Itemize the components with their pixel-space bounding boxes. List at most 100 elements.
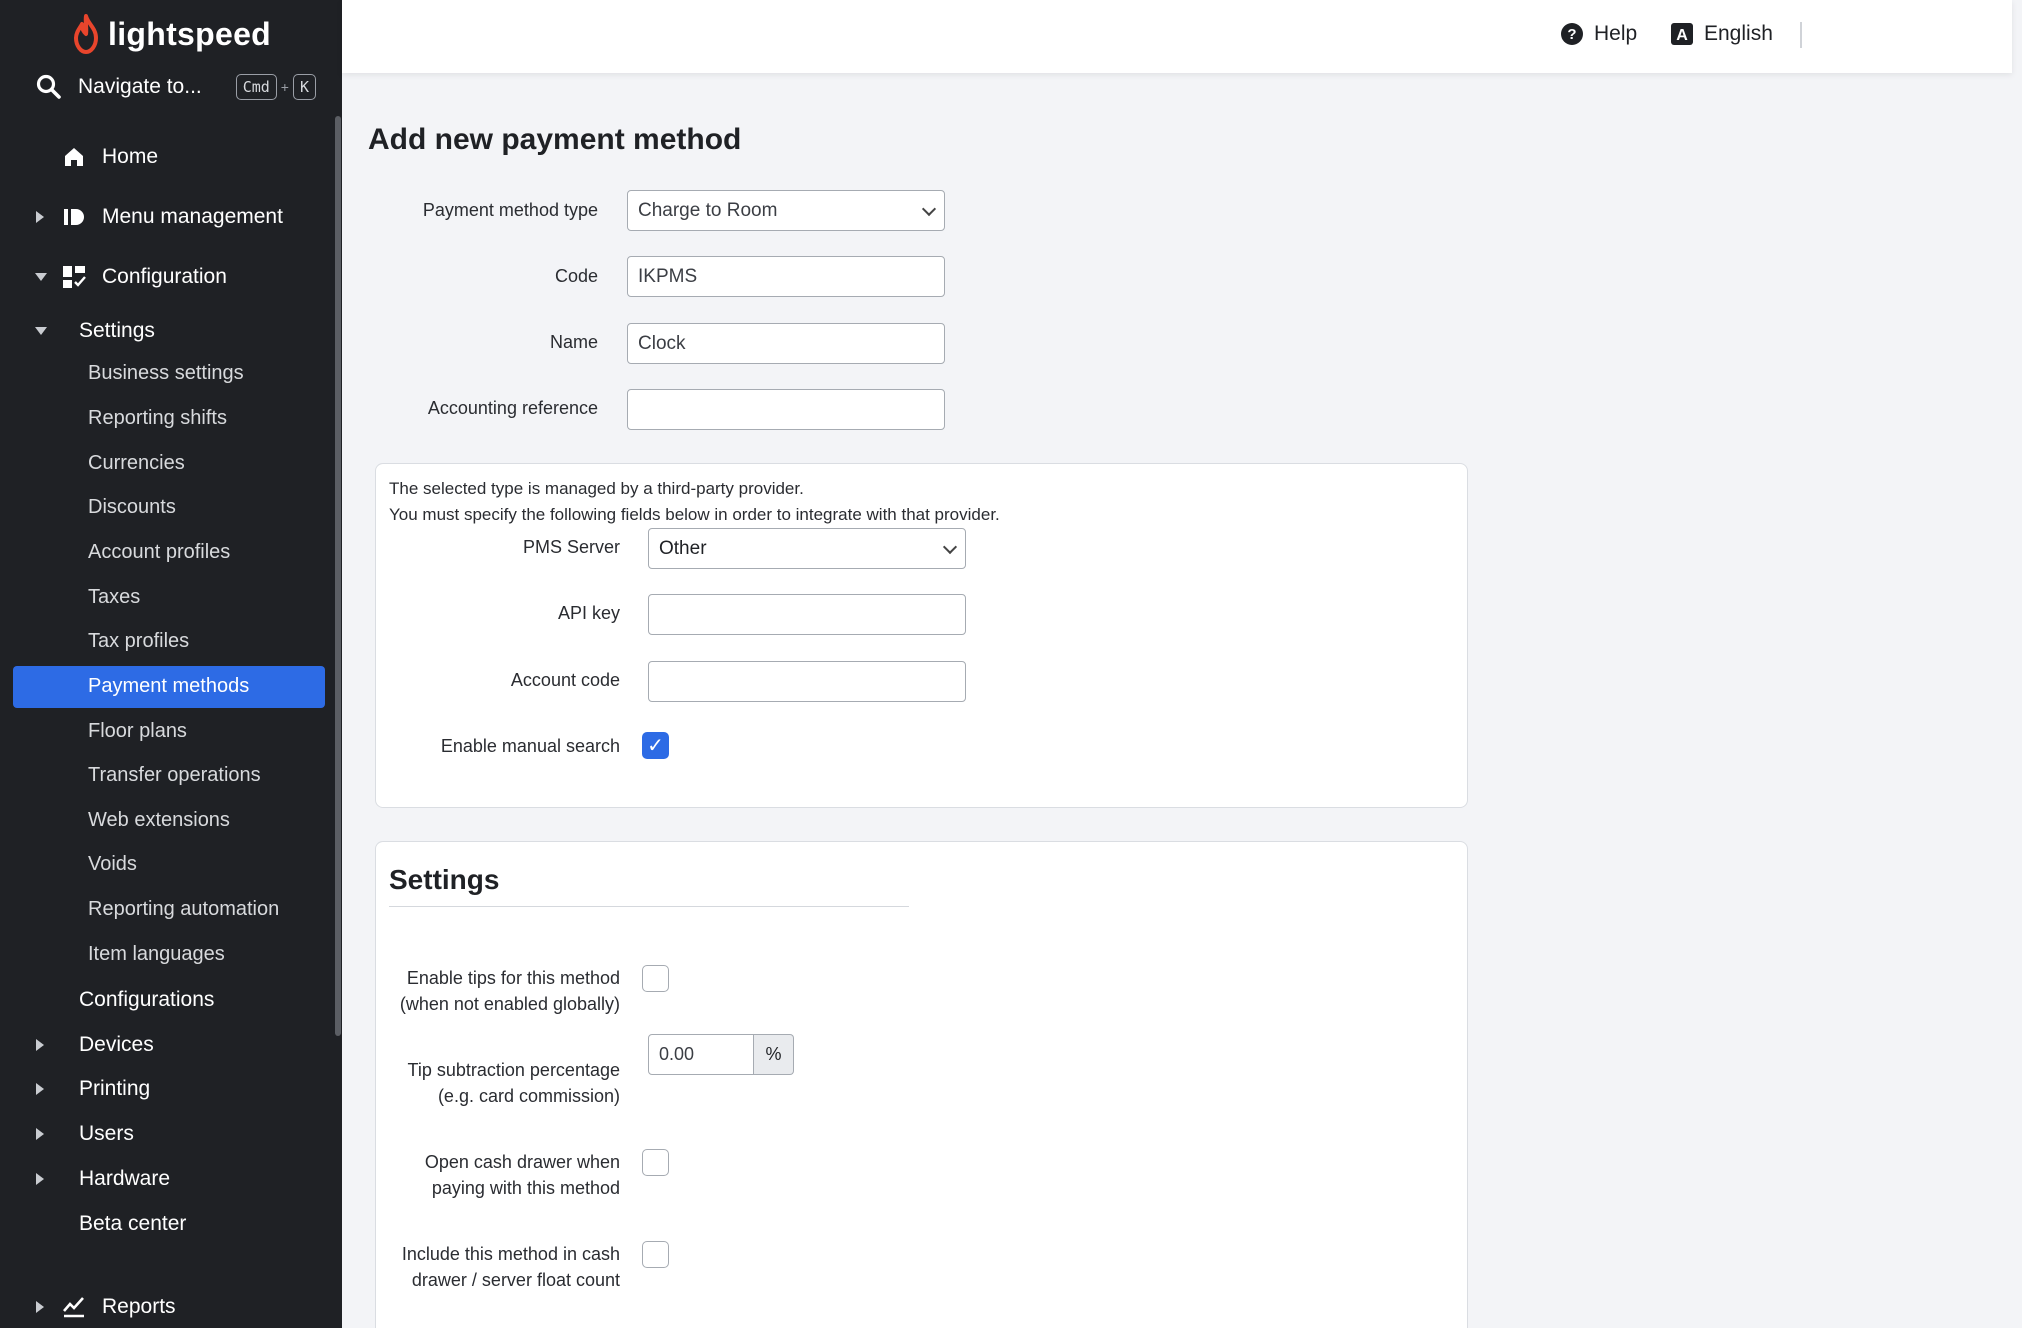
sidebar-item-reporting-shifts[interactable]: Reporting shifts: [88, 407, 227, 430]
page-title: Add new payment method: [368, 123, 742, 156]
keyboard-shortcut: Cmd + K: [235, 74, 316, 100]
tip-subtraction-input[interactable]: 0.00: [648, 1034, 754, 1075]
sidebar-item-label: Menu management: [102, 205, 283, 228]
tip-subtraction-value: 0.00: [659, 1044, 695, 1064]
tip-subtraction-label-2: (e.g. card commission): [437, 1086, 620, 1106]
sidebar-item-payment-methods[interactable]: Payment methods: [88, 675, 249, 698]
float-count-checkbox[interactable]: [642, 1241, 669, 1268]
sidebar-item-hardware[interactable]: Hardware: [0, 1164, 330, 1194]
svg-text:A: A: [1676, 27, 1688, 44]
sidebar-item-label: Configuration: [102, 265, 227, 288]
home-icon: [65, 148, 83, 166]
check-icon: ✓: [647, 735, 664, 757]
sidebar-item-floor-plans[interactable]: Floor plans: [88, 720, 187, 743]
sidebar-item-settings[interactable]: Settings: [0, 316, 330, 346]
pms-server-select[interactable]: Other: [648, 528, 966, 569]
accounting-reference-input[interactable]: [627, 389, 945, 430]
svg-text:?: ?: [1567, 26, 1576, 43]
flame-icon: [74, 14, 98, 54]
plus-sign: +: [280, 79, 289, 95]
sidebar-item-beta-center[interactable]: Beta center: [0, 1209, 330, 1239]
accounting-reference-label: Accounting reference: [427, 398, 598, 418]
k-key: K: [292, 74, 316, 100]
sidebar-scrollbar[interactable]: [335, 116, 341, 1036]
sidebar-item-reporting-automation[interactable]: Reporting automation: [88, 898, 279, 921]
sidebar-item-taxes[interactable]: Taxes: [88, 586, 140, 609]
sidebar-item-item-languages[interactable]: Item languages: [88, 943, 225, 966]
sidebar-item-configuration[interactable]: Configuration: [0, 262, 330, 292]
open-drawer-checkbox[interactable]: [642, 1149, 669, 1176]
language-selector[interactable]: A English: [1670, 22, 1773, 46]
help-label: Help: [1594, 22, 1638, 45]
sidebar-item-business-settings[interactable]: Business settings: [88, 362, 244, 385]
sidebar-item-label: Printing: [79, 1077, 151, 1100]
sidebar-item-reports[interactable]: Reports: [0, 1292, 330, 1322]
payment-type-value: Charge to Room: [638, 199, 778, 221]
caret-right-icon: [36, 1301, 44, 1313]
enable-tips-checkbox[interactable]: [642, 965, 669, 992]
sidebar-item-devices[interactable]: Devices: [0, 1030, 330, 1060]
sidebar-item-currencies[interactable]: Currencies: [88, 452, 185, 475]
sidebar-item-printing[interactable]: Printing: [0, 1074, 330, 1104]
lightspeed-logo[interactable]: lightspeed: [72, 12, 271, 56]
sidebar: lightspeed Navigate to... Cmd + K Home M…: [0, 0, 342, 1328]
caret-right-icon: [36, 1173, 44, 1185]
top-bar: ? Help A English: [342, 0, 2012, 73]
settings-divider: [389, 906, 909, 907]
help-link[interactable]: ? Help: [1560, 22, 1637, 46]
open-drawer-label-2: paying with this method: [431, 1178, 620, 1198]
sidebar-item-label: Hardware: [79, 1167, 171, 1190]
enable-tips-label-2: (when not enabled globally): [399, 994, 620, 1014]
float-count-label-2: drawer / server float count: [411, 1270, 620, 1290]
settings-title: Settings: [389, 864, 500, 895]
open-drawer-label-1: Open cash drawer when: [424, 1152, 620, 1172]
sidebar-item-configurations[interactable]: Configurations: [0, 985, 330, 1015]
caret-down-icon: [35, 273, 47, 281]
provider-info-line-1: The selected type is managed by a third-…: [389, 479, 804, 498]
sidebar-item-label: Users: [79, 1122, 134, 1145]
menu-management-icon: [64, 209, 84, 225]
sidebar-item-label: Reports: [102, 1295, 176, 1318]
sidebar-item-web-extensions[interactable]: Web extensions: [88, 809, 230, 832]
account-code-label: Account code: [510, 670, 620, 690]
enable-tips-label-1: Enable tips for this method: [406, 968, 620, 988]
code-label: Code: [554, 266, 598, 286]
pms-server-value: Other: [659, 537, 707, 559]
sidebar-item-transfer-operations[interactable]: Transfer operations: [88, 764, 261, 787]
sidebar-item-home[interactable]: Home: [0, 142, 330, 172]
provider-info-line-2: You must specify the following fields be…: [389, 505, 1000, 524]
account-code-input[interactable]: [648, 661, 966, 702]
topbar-divider: [1800, 22, 1802, 48]
manual-search-checkbox[interactable]: ✓: [642, 732, 669, 759]
brand-name: lightspeed: [108, 15, 272, 52]
sidebar-item-discounts[interactable]: Discounts: [88, 496, 176, 519]
sidebar-item-voids[interactable]: Voids: [88, 853, 137, 876]
name-value: Clock: [638, 332, 686, 354]
main-content: Add new payment method Payment method ty…: [342, 73, 2012, 1328]
caret-right-icon: [36, 211, 44, 223]
caret-right-icon: [36, 1039, 44, 1051]
tip-subtraction-label-1: Tip subtraction percentage: [407, 1060, 620, 1080]
sidebar-item-account-profiles[interactable]: Account profiles: [88, 541, 230, 564]
percent-addon: %: [754, 1034, 794, 1075]
sidebar-item-label: Home: [102, 145, 159, 168]
sidebar-item-label: Configurations: [79, 988, 215, 1011]
caret-right-icon: [36, 1083, 44, 1095]
payment-type-select[interactable]: Charge to Room: [627, 190, 945, 231]
configuration-icon: [63, 266, 86, 288]
api-key-label: API key: [557, 603, 620, 623]
name-label: Name: [549, 332, 598, 352]
cmd-key: Cmd: [235, 74, 277, 100]
navigate-search[interactable]: Navigate to... Cmd + K: [36, 68, 326, 106]
sidebar-item-menu-management[interactable]: Menu management: [0, 202, 330, 232]
reports-icon: [63, 1297, 84, 1318]
search-icon: [36, 74, 61, 99]
api-key-input[interactable]: [648, 594, 966, 635]
name-input[interactable]: Clock: [627, 323, 945, 364]
language-icon: A: [1671, 23, 1693, 45]
caret-right-icon: [36, 1128, 44, 1140]
sidebar-item-users[interactable]: Users: [0, 1119, 330, 1149]
code-input[interactable]: IKPMS: [627, 256, 945, 297]
pms-server-label: PMS Server: [522, 537, 620, 557]
sidebar-item-tax-profiles[interactable]: Tax profiles: [88, 630, 189, 653]
